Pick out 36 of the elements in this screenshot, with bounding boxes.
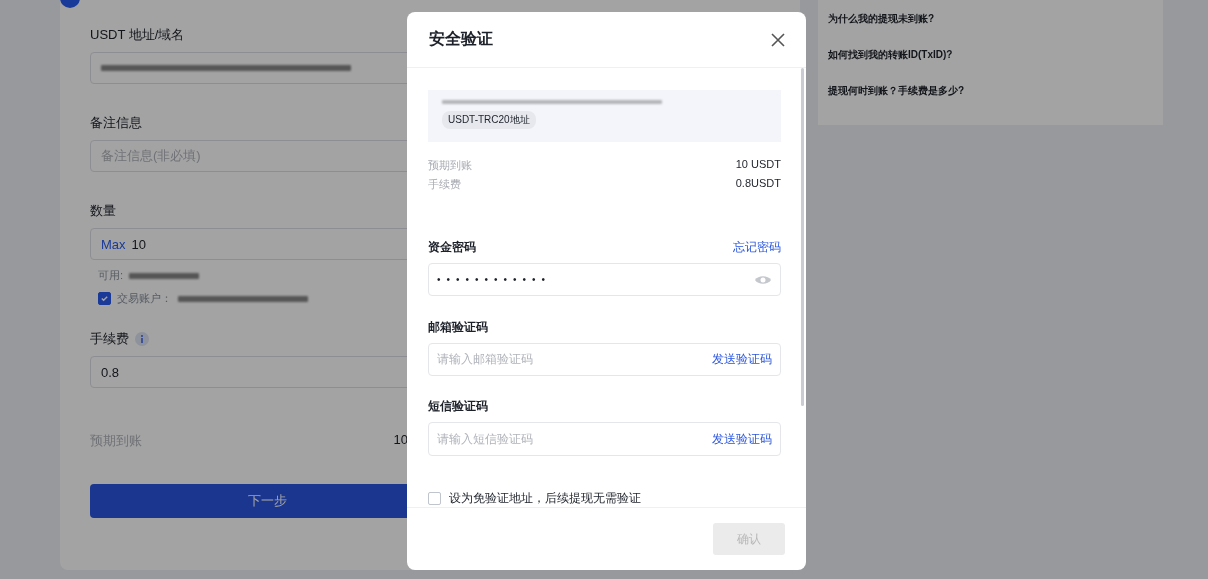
max-link[interactable]: Max — [101, 236, 126, 252]
check-icon — [100, 294, 109, 303]
field-label: 资金密码 — [428, 238, 476, 256]
field-label: 手续费 — [90, 330, 129, 348]
close-icon[interactable] — [770, 31, 786, 48]
forgot-password-link[interactable]: 忘记密码 — [733, 238, 781, 256]
send-code-link[interactable]: 发送验证码 — [712, 350, 772, 368]
field-label: USDT 地址/域名 — [90, 26, 186, 44]
faq-link[interactable]: 为什么我的提现未到账? — [828, 12, 1153, 26]
scrollbar[interactable] — [801, 68, 804, 406]
faq-link[interactable]: 如何找到我的转账ID(TxID)? — [828, 48, 1153, 62]
code-field[interactable]: 请输入短信验证码 发送验证码 — [428, 422, 781, 457]
checkbox[interactable] — [98, 292, 111, 305]
eye-icon[interactable] — [754, 273, 772, 286]
field-label: 邮箱验证码 — [428, 318, 488, 336]
info-icon[interactable] — [135, 332, 149, 346]
field-label: 短信验证码 — [428, 398, 488, 416]
dialog-title: 安全验证 — [429, 29, 493, 49]
summary-label: 预期到账 — [428, 158, 472, 174]
summary-value: 0.8USDT — [735, 177, 781, 192]
blurred-text — [129, 272, 200, 279]
send-code-link[interactable]: 发送验证码 — [712, 430, 772, 448]
expected-value: 10 — [393, 432, 408, 449]
checkbox[interactable] — [428, 492, 441, 506]
amount-value: 10 — [131, 236, 147, 252]
summary-label: 手续费 — [428, 177, 461, 193]
code-field[interactable]: 请输入邮箱验证码 发送验证码 — [428, 342, 781, 377]
network-tag: USDT-TRC20地址 — [442, 111, 536, 129]
password-field[interactable]: •••••••••••• — [428, 262, 781, 297]
account-label: 交易账户： — [117, 291, 172, 306]
field-label: 数量 — [90, 202, 117, 220]
field-label: 备注信息 — [90, 114, 143, 132]
available-label: 可用: — [98, 268, 124, 283]
summary-value: 10 USDT — [735, 158, 781, 173]
whitelist-label: 设为免验证地址，后续提现无需验证 — [449, 490, 641, 507]
faq-link[interactable]: 提现何时到账？手续费是多少? — [828, 84, 1153, 98]
